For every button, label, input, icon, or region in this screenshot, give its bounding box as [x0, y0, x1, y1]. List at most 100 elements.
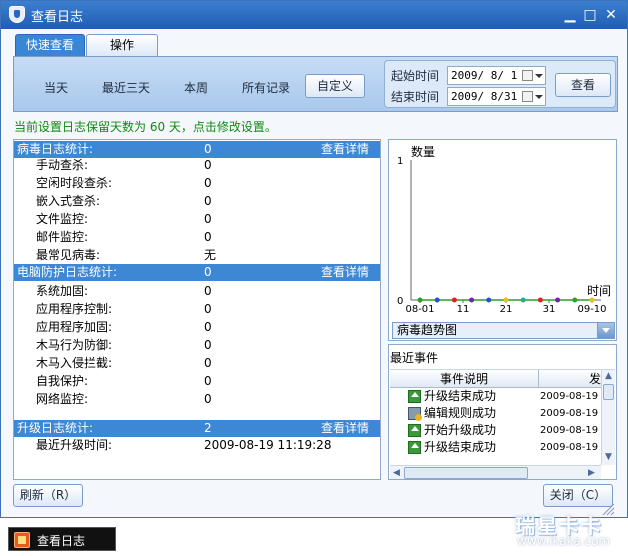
- retention-notice-link[interactable]: 当前设置日志保留天数为 60 天，点击修改设置。: [14, 118, 277, 135]
- x-tick-label: 31: [543, 304, 556, 315]
- stat-row: 应用程序控制: 0: [36, 302, 212, 316]
- x-axis-label: 时间: [587, 284, 611, 298]
- start-date-picker[interactable]: 2009/ 8/ 1: [447, 66, 546, 85]
- taskbar-button[interactable]: 查看日志: [8, 527, 116, 551]
- stat-row: 自我保护: 0: [36, 374, 212, 388]
- chevron-down-icon: [535, 74, 543, 78]
- resize-grip-icon[interactable]: [601, 502, 615, 516]
- x-tick-label: 09-10: [577, 304, 606, 315]
- minimize-button[interactable]: ▁: [561, 6, 579, 24]
- table-row[interactable]: 升级结束成功 2009-08-19: [390, 439, 601, 456]
- stat-row: 最常见病毒: 无: [36, 248, 217, 262]
- chart-axes: [410, 160, 601, 301]
- upgrade-details-link[interactable]: 查看详情: [321, 420, 369, 437]
- data-point: [417, 297, 423, 303]
- filter-this-week[interactable]: 本周: [184, 79, 208, 96]
- watermark-url: www.ikaka.com: [517, 534, 611, 548]
- stat-row: 文件监控: 0: [36, 212, 212, 226]
- stat-row: 手动查杀: 0: [36, 158, 212, 172]
- taskbar-label: 查看日志: [37, 534, 86, 548]
- chevron-down-icon[interactable]: [597, 323, 614, 338]
- time-range-box: 起始时间 结束时间 2009/ 8/ 1 2009/ 8/31 查看: [384, 60, 616, 108]
- scroll-right-icon[interactable]: ▶: [588, 468, 595, 478]
- end-date-picker[interactable]: 2009/ 8/31: [447, 87, 546, 106]
- data-point: [572, 297, 578, 303]
- start-date-value: 2009/ 8/ 1: [451, 69, 518, 82]
- filter-all-records[interactable]: 所有记录: [242, 79, 290, 96]
- refresh-button[interactable]: 刷新（R）: [13, 484, 83, 507]
- scroll-up-icon[interactable]: ▲: [605, 371, 612, 381]
- trend-chart-panel: 数量 时间 0 1 08-01 11 21 31 09-10 病毒趋势图: [388, 139, 617, 341]
- filter-today[interactable]: 当天: [44, 79, 68, 96]
- data-point: [589, 297, 595, 303]
- statistics-panel: 病毒日志统计: 0 查看详情 手动查杀: 0 空闲时段查杀: 0 嵌入式查杀: 0 文…: [13, 139, 381, 480]
- table-row[interactable]: 开始升级成功 2009-08-19: [390, 422, 601, 439]
- upgrade-icon: [408, 424, 421, 437]
- y-tick-label: 0: [397, 296, 403, 307]
- horizontal-scrollbar[interactable]: ◀ ▶: [390, 465, 601, 479]
- stat-row: 邮件监控: 0: [36, 230, 212, 244]
- data-point: [451, 297, 457, 303]
- chart-marks: [417, 297, 595, 303]
- column-header-time[interactable]: 发: [589, 370, 601, 388]
- stat-row: 空闲时段查杀: 0: [36, 176, 212, 190]
- upgrade-stats-total: 2: [204, 421, 212, 435]
- x-tick-label: 11: [457, 304, 470, 315]
- tab-operation[interactable]: 操作: [86, 34, 158, 56]
- data-point: [434, 297, 440, 303]
- custom-range-button[interactable]: 自定义: [305, 74, 365, 98]
- vertical-scroll-thumb[interactable]: [603, 384, 614, 400]
- table-row[interactable]: 编辑规则成功 2009-08-19: [390, 405, 601, 422]
- column-divider[interactable]: [538, 370, 539, 388]
- protection-stats-total: 0: [204, 265, 212, 279]
- maximize-button[interactable]: □: [581, 6, 599, 24]
- scroll-down-icon[interactable]: ▼: [605, 452, 612, 462]
- start-time-label: 起始时间: [391, 69, 440, 83]
- data-point: [503, 297, 509, 303]
- protection-stats-header: 电脑防护日志统计: 0 查看详情: [14, 264, 380, 281]
- tab-quick-view[interactable]: 快速查看: [15, 34, 85, 56]
- x-tick-label: 08-01: [405, 304, 434, 315]
- log-viewer-window: 查看日志 ▁ □ ✕ 快速查看 操作 当天 最近三天 本周 所有记录 自定义 起…: [0, 0, 628, 518]
- stat-row: 木马入侵拦截: 0: [36, 356, 212, 370]
- stat-row: 应用程序加固: 0: [36, 320, 212, 334]
- upgrade-icon: [408, 390, 421, 403]
- stat-row: 木马行为防御: 0: [36, 338, 212, 352]
- filter-last-three-days[interactable]: 最近三天: [102, 79, 150, 96]
- protection-stats-title: 电脑防护日志统计:: [17, 265, 118, 279]
- end-date-value: 2009/ 8/31: [451, 90, 518, 103]
- trend-chart: 数量 时间 0 1 08-01 11 21 31 09-10: [397, 144, 611, 315]
- trend-type-value: 病毒趋势图: [397, 323, 458, 337]
- y-tick-label: 1: [397, 156, 403, 167]
- data-point: [555, 297, 561, 303]
- query-button[interactable]: 查看: [555, 73, 611, 97]
- upgrade-icon: [408, 441, 421, 454]
- y-axis-label: 数量: [411, 144, 435, 159]
- edit-rule-icon: [408, 407, 422, 421]
- calendar-icon: [522, 70, 533, 81]
- stat-row: 网络监控: 0: [36, 392, 212, 406]
- data-point: [537, 297, 543, 303]
- recent-events-title: 最近事件: [390, 351, 439, 365]
- quick-filter-bar: 当天 最近三天 本周 所有记录 自定义 起始时间 结束时间 2009/ 8/ 1…: [13, 56, 618, 112]
- app-icon: [14, 532, 30, 548]
- stat-row: 嵌入式查杀: 0: [36, 194, 212, 208]
- stat-row: 系统加固: 0: [36, 284, 212, 298]
- title-bar: 查看日志 ▁ □ ✕: [1, 1, 627, 29]
- scroll-left-icon[interactable]: ◀: [393, 468, 400, 478]
- upgrade-stats-header: 升级日志统计: 2 查看详情: [14, 420, 380, 437]
- data-point: [469, 297, 475, 303]
- end-time-label: 结束时间: [391, 90, 440, 104]
- events-table: 事件说明 发 升级结束成功 2009-08-19 编辑规则成功 2009-08-…: [390, 369, 615, 479]
- column-header-description[interactable]: 事件说明: [440, 370, 488, 388]
- protection-details-link[interactable]: 查看详情: [321, 264, 369, 281]
- horizontal-scroll-thumb[interactable]: [404, 467, 528, 479]
- window-title: 查看日志: [31, 10, 84, 25]
- table-row[interactable]: 升级结束成功 2009-08-19: [390, 388, 601, 405]
- close-window-button[interactable]: ✕: [602, 6, 620, 24]
- recent-events-panel: 最近事件 事件说明 发 升级结束成功 2009-08-19 编辑规则成功 200…: [388, 344, 617, 480]
- trend-type-select[interactable]: 病毒趋势图: [392, 322, 615, 339]
- shield-icon: [9, 6, 25, 23]
- vertical-scrollbar[interactable]: ▲ ▼: [601, 370, 615, 465]
- calendar-icon: [522, 91, 533, 102]
